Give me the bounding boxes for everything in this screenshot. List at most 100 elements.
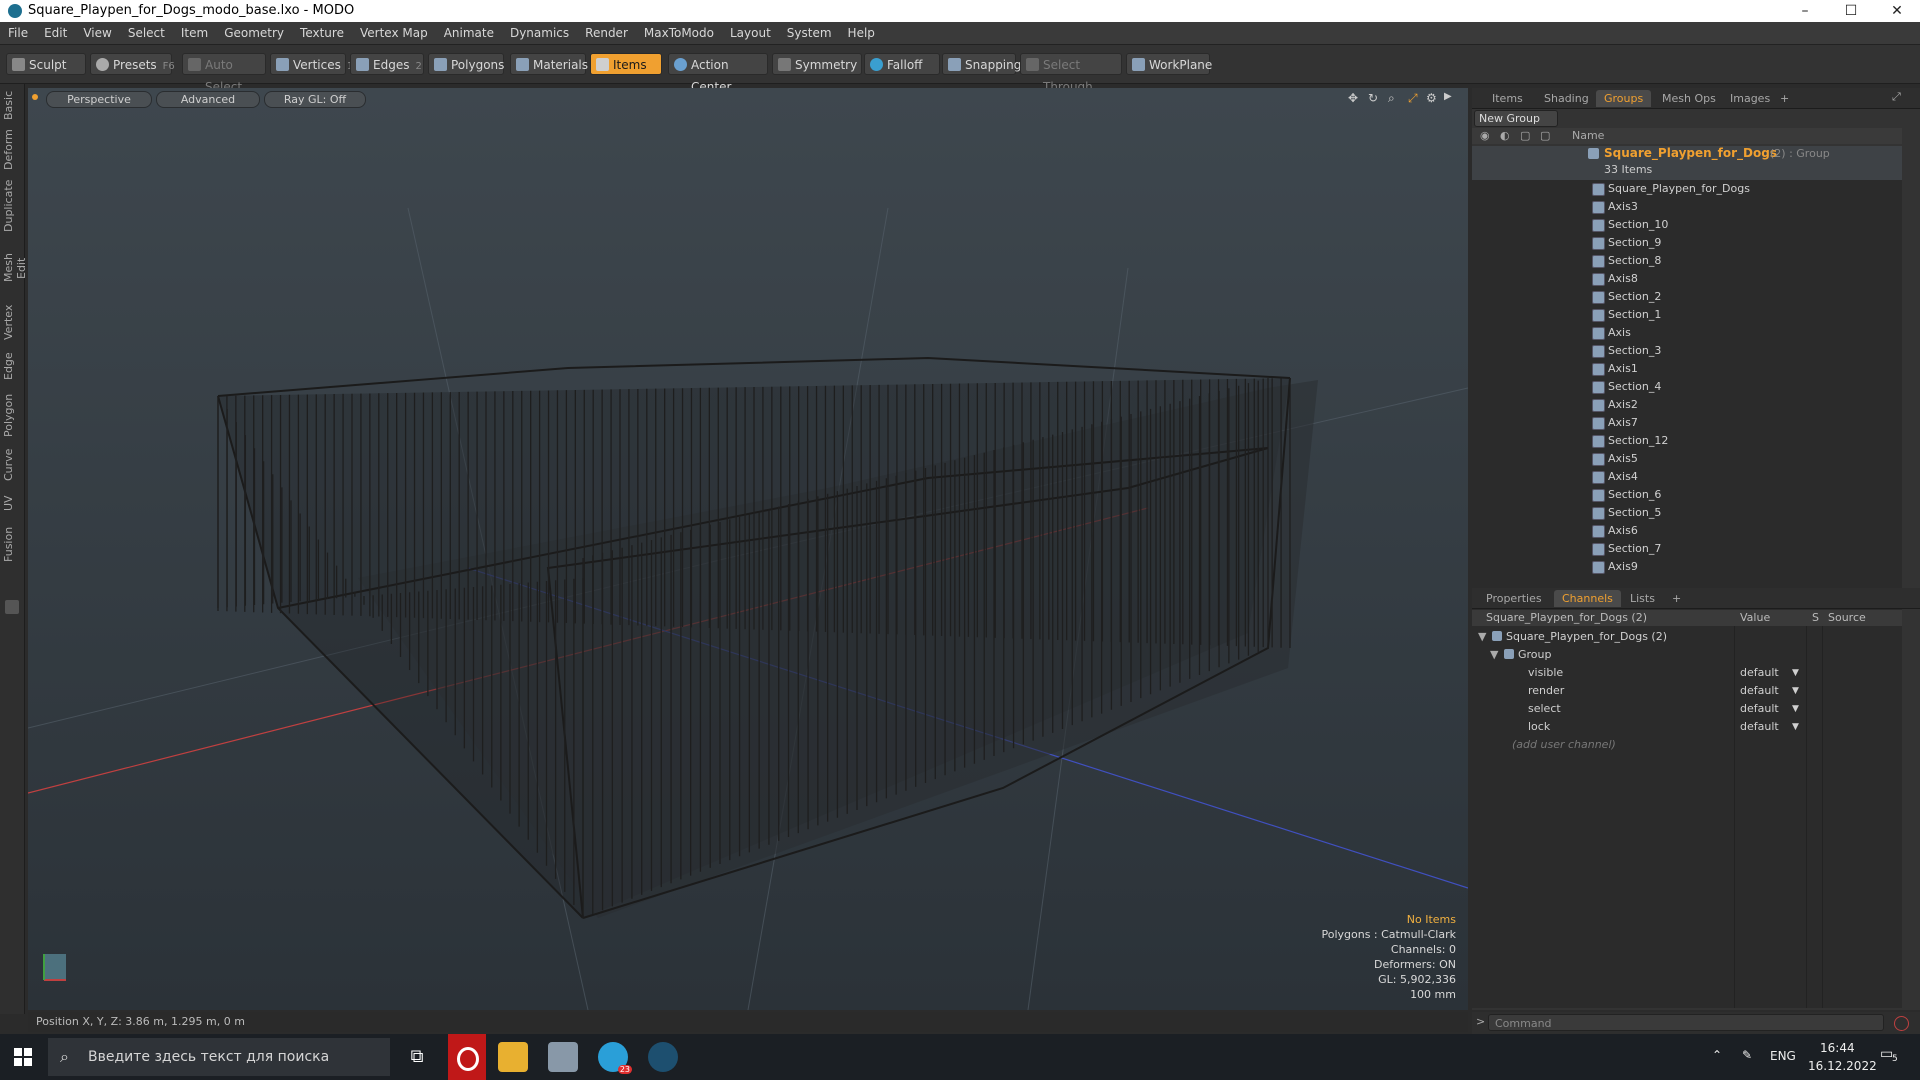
list-item[interactable]: Section_8 xyxy=(1472,252,1902,270)
tab-mesh-edit[interactable]: Mesh Edit xyxy=(2,242,28,294)
sculpt-button[interactable]: Sculpt xyxy=(6,53,86,75)
dropdown-arrow-icon[interactable]: ▼ xyxy=(1792,718,1799,736)
list-item[interactable]: Square_Playpen_for_Dogs xyxy=(1472,180,1902,198)
add-channel-tab-button[interactable]: + xyxy=(1664,590,1689,607)
falloff-button[interactable]: Falloff xyxy=(864,53,940,75)
list-item[interactable]: Axis4 xyxy=(1472,468,1902,486)
list-item[interactable]: Section_9 xyxy=(1472,234,1902,252)
items-button[interactable]: Items xyxy=(590,53,662,75)
tab-shading[interactable]: Shading xyxy=(1536,90,1597,107)
list-item[interactable]: Axis xyxy=(1472,324,1902,342)
channels-header-value[interactable]: Value xyxy=(1740,610,1770,626)
tray-chevron-icon[interactable]: ⌃ xyxy=(1712,1048,1722,1062)
app-icon[interactable] xyxy=(548,1042,578,1072)
menu-vertex-map[interactable]: Vertex Map xyxy=(352,22,436,44)
menu-item[interactable]: Item xyxy=(173,22,216,44)
maximize-button[interactable]: ☐ xyxy=(1828,0,1874,22)
channel-group-row[interactable]: ▼ Group xyxy=(1472,646,1902,664)
edges-button[interactable]: Edges 2 xyxy=(350,53,424,75)
channel-row[interactable]: render default ▼ xyxy=(1472,682,1902,700)
snapping-button[interactable]: Snapping xyxy=(942,53,1021,75)
panel-toggle-icon[interactable] xyxy=(5,600,19,614)
materials-button[interactable]: Materials xyxy=(510,53,588,75)
command-record-icon[interactable] xyxy=(1894,1016,1909,1031)
tab-properties[interactable]: Properties xyxy=(1478,590,1550,607)
tab-basic[interactable]: Basic xyxy=(2,90,22,120)
list-item[interactable]: Section_3 xyxy=(1472,342,1902,360)
presets-button[interactable]: Presets F6 xyxy=(90,53,175,75)
minimize-button[interactable]: – xyxy=(1782,0,1828,22)
tab-items[interactable]: Items xyxy=(1484,90,1531,107)
file-explorer-icon[interactable] xyxy=(498,1042,528,1072)
dropdown-arrow-icon[interactable]: ▼ xyxy=(1792,682,1799,700)
close-button[interactable]: ✕ xyxy=(1874,0,1920,22)
list-item[interactable]: Axis8 xyxy=(1472,270,1902,288)
3d-viewport[interactable]: Perspective Advanced Ray GL: Off ✥ ↻ ⌕ ⤢… xyxy=(28,88,1468,1010)
tab-mesh-ops[interactable]: Mesh Ops xyxy=(1654,90,1724,107)
tab-vertex[interactable]: Vertex xyxy=(2,304,22,340)
menu-edit[interactable]: Edit xyxy=(36,22,75,44)
tab-uv[interactable]: UV xyxy=(2,492,22,514)
new-group-button[interactable]: New Group xyxy=(1474,110,1558,127)
notifications-icon[interactable]: ▭ 5 xyxy=(1880,1046,1898,1064)
list-item[interactable]: Section_1 xyxy=(1472,306,1902,324)
menu-dynamics[interactable]: Dynamics xyxy=(502,22,577,44)
menu-maxtomodo[interactable]: MaxToModo xyxy=(636,22,722,44)
list-item[interactable]: Axis1 xyxy=(1472,360,1902,378)
modo-taskbar-icon[interactable] xyxy=(648,1042,678,1072)
windows-start-icon[interactable] xyxy=(14,1048,32,1066)
channels-header-source[interactable]: Source xyxy=(1828,610,1866,626)
tab-images[interactable]: Images xyxy=(1722,90,1778,107)
channel-value-dropdown[interactable]: default xyxy=(1740,700,1779,718)
channel-value-dropdown[interactable]: default xyxy=(1740,664,1779,682)
polygons-button[interactable]: Polygons xyxy=(428,53,504,75)
list-item[interactable]: Section_6 xyxy=(1472,486,1902,504)
list-item[interactable]: Axis7 xyxy=(1472,414,1902,432)
menu-texture[interactable]: Texture xyxy=(292,22,352,44)
name-column-header[interactable]: Name xyxy=(1572,128,1604,144)
tab-groups[interactable]: Groups xyxy=(1596,90,1652,107)
opera-icon[interactable] xyxy=(448,1034,486,1080)
menu-render[interactable]: Render xyxy=(577,22,636,44)
auto-select-button[interactable]: Auto Select xyxy=(182,53,266,94)
tab-lists[interactable]: Lists xyxy=(1622,590,1663,607)
channel-root-row[interactable]: ▼ Square_Playpen_for_Dogs (2) xyxy=(1472,628,1902,646)
menu-select[interactable]: Select xyxy=(120,22,173,44)
tab-edge[interactable]: Edge xyxy=(2,350,22,382)
select-through-button[interactable]: Select Through xyxy=(1020,53,1122,94)
expand-arrow-icon[interactable]: ▼ xyxy=(1478,628,1486,646)
menu-system[interactable]: System xyxy=(779,22,840,44)
pen-icon[interactable]: ✎ xyxy=(1742,1048,1752,1062)
channel-value-dropdown[interactable]: default xyxy=(1740,682,1779,700)
render-column-icon[interactable]: ◐ xyxy=(1500,128,1510,144)
tab-polygon[interactable]: Polygon xyxy=(2,392,22,438)
symmetry-button[interactable]: Symmetry xyxy=(772,53,862,75)
list-item[interactable]: Section_10 xyxy=(1472,216,1902,234)
task-view-icon[interactable]: ⧉ xyxy=(402,1042,432,1072)
tab-curve[interactable]: Curve xyxy=(2,448,22,482)
add-user-channel[interactable]: (add user channel) xyxy=(1472,736,1902,754)
list-item[interactable]: Axis9 xyxy=(1472,558,1902,576)
expand-arrow-icon[interactable]: ▼ xyxy=(1490,646,1498,664)
menu-help[interactable]: Help xyxy=(840,22,883,44)
tab-duplicate[interactable]: Duplicate xyxy=(2,180,22,232)
list-item[interactable]: Section_2 xyxy=(1472,288,1902,306)
channel-row[interactable]: lock default ▼ xyxy=(1472,718,1902,736)
menu-file[interactable]: File xyxy=(0,22,36,44)
command-input[interactable]: Command xyxy=(1488,1014,1884,1031)
clock-time[interactable]: 16:44 xyxy=(1820,1041,1855,1055)
panel-maximize-icon[interactable]: ⤢ xyxy=(1892,90,1901,104)
menu-layout[interactable]: Layout xyxy=(722,22,779,44)
tab-deform[interactable]: Deform xyxy=(2,129,22,170)
tab-channels[interactable]: Channels xyxy=(1554,590,1621,607)
action-center-button[interactable]: Action Center xyxy=(668,53,768,94)
channels-header-s[interactable]: S xyxy=(1812,610,1819,626)
workplane-button[interactable]: WorkPlane xyxy=(1126,53,1212,75)
telegram-icon[interactable]: 23 xyxy=(598,1042,632,1074)
vertices-button[interactable]: Vertices1 xyxy=(270,53,353,75)
taskbar-search[interactable]: ⌕ Введите здесь текст для поиска xyxy=(48,1038,390,1076)
list-item[interactable]: Axis5 xyxy=(1472,450,1902,468)
select-column-icon[interactable]: ▢ xyxy=(1540,128,1550,144)
list-item[interactable]: Section_12 xyxy=(1472,432,1902,450)
list-item[interactable]: Axis6 xyxy=(1472,522,1902,540)
